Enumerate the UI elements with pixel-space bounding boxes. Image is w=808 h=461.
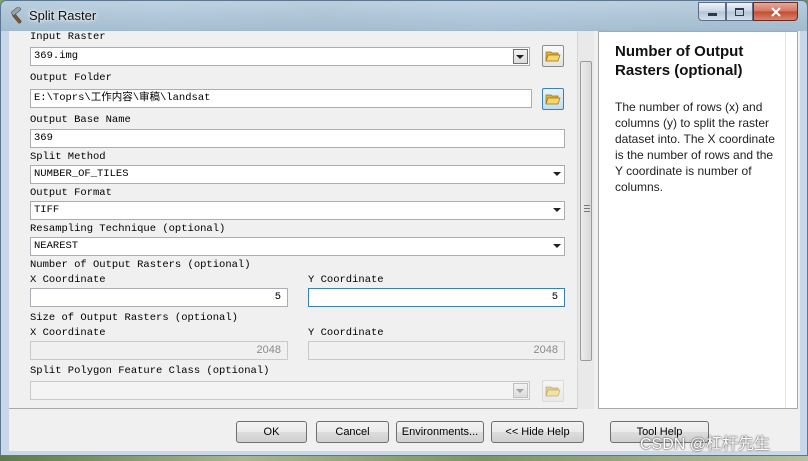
- title-bar[interactable]: Split Raster: [1, 1, 807, 31]
- csdn-watermark: CSDN @杠杆先生: [640, 436, 771, 453]
- resampling-label: Resampling Technique (optional): [30, 223, 226, 235]
- output-base-name-value: 369: [34, 132, 53, 144]
- size-rasters-y-input[interactable]: 2048: [308, 341, 565, 360]
- split-method-select[interactable]: NUMBER_OF_TILES: [30, 165, 565, 184]
- close-button[interactable]: [753, 2, 798, 21]
- size-rasters-y-value: 2048: [533, 344, 558, 356]
- chevron-down-icon: [516, 389, 524, 393]
- hide-help-button[interactable]: << Hide Help: [491, 421, 584, 443]
- size-rasters-x-input[interactable]: 2048: [30, 341, 288, 360]
- output-format-label: Output Format: [30, 187, 112, 199]
- maximize-icon: [735, 7, 744, 16]
- chevron-down-icon: [553, 172, 561, 176]
- input-raster-label: Input Raster: [30, 31, 106, 43]
- help-title: Number of Output Rasters (optional): [615, 43, 744, 79]
- hammer-icon: [8, 6, 26, 25]
- ok-button[interactable]: OK: [236, 421, 307, 443]
- size-rasters-x-value: 2048: [256, 344, 281, 356]
- num-rasters-x-value: 5: [274, 291, 281, 303]
- close-icon: [770, 6, 781, 17]
- num-rasters-label: Number of Output Rasters (optional): [30, 259, 251, 271]
- open-folder-icon: [545, 51, 561, 62]
- help-scrollbar[interactable]: [785, 32, 797, 408]
- parameters-scrollbar[interactable]: [577, 31, 594, 409]
- open-folder-icon: [545, 94, 561, 105]
- split-polygon-browse-button[interactable]: [542, 380, 564, 402]
- environments-button[interactable]: Environments...: [396, 421, 484, 443]
- size-rasters-y-label: Y Coordinate: [308, 327, 384, 339]
- split-method-value: NUMBER_OF_TILES: [34, 168, 129, 180]
- output-folder-browse-button[interactable]: [542, 88, 564, 110]
- split-polygon-label: Split Polygon Feature Class (optional): [30, 365, 270, 377]
- split-raster-dialog: Split Raster Input Raster 369.img Output…: [0, 0, 808, 456]
- output-folder-input[interactable]: E:\Toprs\工作内容\审稿\landsat: [30, 89, 532, 108]
- chevron-down-icon: [553, 244, 561, 248]
- output-format-select[interactable]: TIFF: [30, 201, 565, 220]
- split-polygon-combobox[interactable]: [30, 381, 530, 400]
- input-raster-combobox[interactable]: 369.img: [30, 47, 530, 66]
- split-method-label: Split Method: [30, 151, 106, 163]
- num-rasters-y-input[interactable]: 5: [308, 288, 565, 307]
- scrollbar-thumb[interactable]: [580, 61, 592, 361]
- open-folder-icon: [545, 386, 561, 397]
- dialog-client-area: Input Raster 369.img Output Folder E:\To…: [9, 31, 800, 451]
- input-raster-value: 369.img: [34, 50, 79, 62]
- chevron-down-icon: [553, 208, 561, 212]
- size-rasters-label: Size of Output Rasters (optional): [30, 312, 238, 324]
- num-rasters-y-label: Y Coordinate: [308, 274, 384, 286]
- num-rasters-y-value: 5: [551, 291, 558, 303]
- input-raster-dropdown-button[interactable]: [513, 49, 528, 64]
- resampling-select[interactable]: NEAREST: [30, 237, 565, 256]
- help-body: The number of rows (x) and columns (y) t…: [615, 100, 775, 194]
- window-title: Split Raster: [29, 8, 97, 23]
- output-base-name-label: Output Base Name: [30, 114, 131, 126]
- size-rasters-x-label: X Coordinate: [30, 327, 106, 339]
- num-rasters-x-label: X Coordinate: [30, 274, 106, 286]
- chevron-down-icon: [516, 55, 524, 59]
- help-panel: Number of Output Rasters (optional) The …: [598, 31, 798, 409]
- cancel-button[interactable]: Cancel: [316, 421, 389, 443]
- parameters-panel: Input Raster 369.img Output Folder E:\To…: [9, 31, 594, 409]
- input-raster-browse-button[interactable]: [542, 45, 564, 67]
- output-folder-label: Output Folder: [30, 72, 112, 84]
- resampling-value: NEAREST: [34, 240, 79, 252]
- minimize-icon: [707, 13, 717, 16]
- grip-icon: [584, 205, 590, 212]
- maximize-button[interactable]: [726, 2, 753, 21]
- minimize-button[interactable]: [698, 2, 726, 21]
- split-polygon-dropdown-button[interactable]: [513, 383, 528, 398]
- output-folder-value: E:\Toprs\工作内容\审稿\landsat: [34, 92, 211, 104]
- num-rasters-x-input[interactable]: 5: [30, 288, 288, 307]
- output-format-value: TIFF: [34, 204, 60, 216]
- output-base-name-input[interactable]: 369: [30, 129, 565, 148]
